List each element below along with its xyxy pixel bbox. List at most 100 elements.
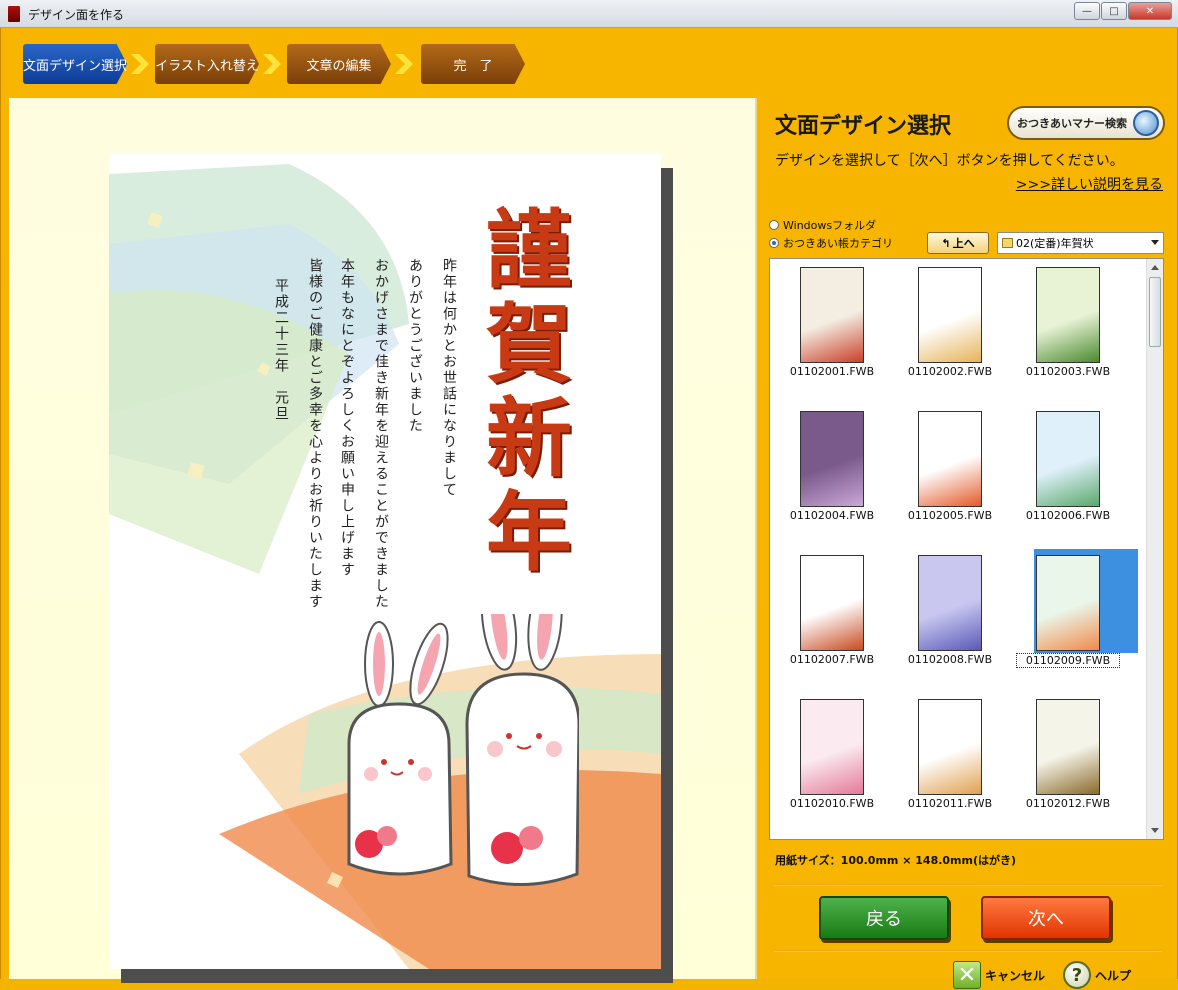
heading-kinga-shinnen: 謹 賀 新 年	[484, 204, 574, 580]
thumbnail-image	[918, 267, 982, 363]
thumbnail-image	[800, 555, 864, 651]
detail-help-link[interactable]: >>>詳しい説明を見る	[1016, 174, 1163, 194]
thumbnail-label: 01102010.FWB	[789, 797, 875, 810]
thumbnail-label: 01102005.FWB	[907, 509, 993, 522]
help-button[interactable]: ? ヘルプ	[1063, 960, 1131, 990]
design-thumbnail[interactable]: 01102001.FWB	[780, 263, 880, 403]
thumbnail-label: 01102003.FWB	[1025, 365, 1111, 378]
design-thumbnail[interactable]: 01102010.FWB	[780, 695, 880, 835]
heading-char: 年	[486, 482, 572, 583]
back-button[interactable]: 戻る	[819, 896, 949, 940]
design-thumbnail[interactable]: 01102012.FWB	[1016, 695, 1116, 835]
thumbnail-label: 01102001.FWB	[789, 365, 875, 378]
chevron-right-icon	[395, 54, 413, 74]
thumbnail-image	[918, 555, 982, 651]
window-controls: — □ ✕	[1074, 2, 1172, 20]
thumbnail-label: 01102012.FWB	[1025, 797, 1111, 810]
chevron-right-icon	[131, 54, 149, 74]
chevron-down-icon	[1151, 240, 1159, 245]
folder-icon	[1002, 238, 1013, 248]
thumbnail-image	[918, 699, 982, 795]
body-line: ありがとうございました	[407, 258, 423, 434]
cancel-button[interactable]: ✕ キャンセル	[953, 960, 1045, 990]
folder-dropdown-value: 02(定番)年賀状	[1016, 237, 1094, 250]
design-thumbnail[interactable]: 01102008.FWB	[898, 551, 998, 691]
radio-label: Windowsフォルダ	[783, 219, 877, 232]
scroll-up-icon[interactable]	[1151, 265, 1159, 270]
main-frame: 文面デザイン選択 イラスト入れ替え 文章の編集 完 了 謹 賀 新 年 昨年は何…	[0, 28, 1178, 989]
thumbnail-image	[1036, 555, 1100, 651]
folder-up-button[interactable]: ↰ 上へ	[927, 232, 989, 254]
thumbnail-scrollbar[interactable]	[1146, 259, 1163, 839]
design-thumbnail[interactable]: 01102005.FWB	[898, 407, 998, 547]
new-year-card-preview: 謹 賀 新 年 昨年は何かとお世話になりまして ありがとうございました おかげさ…	[109, 154, 661, 969]
heading-char: 謹	[486, 200, 572, 301]
design-thumbnail[interactable]: 01102002.FWB	[898, 263, 998, 403]
instructions-text: デザインを選択して［次へ］ボタンを押してください。	[775, 153, 1124, 169]
step-label: 文章の編集	[306, 58, 372, 74]
radio-otsukiai-category[interactable]: おつきあい帳カテゴリ	[769, 234, 893, 252]
scroll-down-icon[interactable]	[1151, 828, 1159, 833]
thumbnail-label: 01102007.FWB	[789, 653, 875, 666]
design-thumbnail[interactable]: 01102006.FWB	[1016, 407, 1116, 547]
manner-search-label: おつきあいマナー検索	[1017, 117, 1127, 130]
cancel-label: キャンセル	[985, 968, 1046, 983]
design-thumbnail[interactable]: 01102004.FWB	[780, 407, 880, 547]
close-button[interactable]: ✕	[1128, 2, 1172, 20]
folder-up-icon: ↰	[941, 236, 951, 250]
search-icon	[1133, 110, 1159, 136]
thumbnail-label: 01102009.FWB	[1016, 653, 1120, 668]
design-thumbnail[interactable]: 01102011.FWB	[898, 695, 998, 835]
step-text-edit[interactable]: 文章の編集	[287, 44, 391, 84]
divider	[775, 884, 1161, 886]
window-titlebar: デザイン面を作る — □ ✕	[0, 0, 1178, 28]
paper-size-text: 用紙サイズ：100.0mm × 148.0mm(はがき)	[775, 854, 1017, 867]
design-select-panel: 文面デザイン選択 おつきあいマナー検索 デザインを選択して［次へ］ボタンを押して…	[761, 98, 1169, 989]
folder-dropdown[interactable]: 02(定番)年賀状	[997, 232, 1164, 254]
radio-label: おつきあい帳カテゴリ	[783, 237, 893, 250]
radio-dot	[769, 220, 779, 230]
help-label: ヘルプ	[1095, 968, 1132, 983]
step-design-select[interactable]: 文面デザイン選択	[23, 44, 127, 84]
cancel-x-icon: ✕	[953, 961, 981, 989]
thumbnail-label: 01102002.FWB	[907, 365, 993, 378]
divider	[775, 950, 1161, 952]
body-line: 皆様のご健康とご多幸を心よりお祈りいたします	[307, 258, 323, 610]
thumbnail-label: 01102006.FWB	[1025, 509, 1111, 522]
step-label: イラスト入れ替え	[155, 58, 259, 74]
heading-char: 新	[486, 388, 572, 489]
heading-char: 賀	[486, 294, 572, 395]
thumbnail-label: 01102004.FWB	[789, 509, 875, 522]
thumbnail-label: 01102008.FWB	[907, 653, 993, 666]
design-thumbnail[interactable]: 01102007.FWB	[780, 551, 880, 691]
design-thumbnail[interactable]: 01102003.FWB	[1016, 263, 1116, 403]
rabbit-dolls-illustration	[347, 614, 579, 887]
maximize-button[interactable]: □	[1101, 2, 1127, 20]
app-icon	[8, 6, 20, 22]
step-label: 完 了	[453, 58, 493, 74]
scrollbar-thumb[interactable]	[1149, 277, 1161, 347]
design-thumbnail-list[interactable]: 01102001.FWB 01102002.FWB 01102003.FWB 0110…	[769, 258, 1164, 840]
thumbnail-image	[1036, 267, 1100, 363]
manner-search-button[interactable]: おつきあいマナー検索	[1007, 106, 1165, 140]
minimize-button[interactable]: —	[1074, 2, 1100, 20]
thumbnail-image	[800, 699, 864, 795]
chevron-right-icon	[263, 54, 281, 74]
thumbnail-image	[800, 411, 864, 507]
body-line: 本年もなにとぞよろしくお願い申し上げます	[339, 258, 355, 578]
thumbnail-image	[1036, 411, 1100, 507]
design-thumbnail[interactable]: 01102009.FWB	[1016, 549, 1138, 691]
step-complete[interactable]: 完 了	[421, 44, 525, 84]
thumbnail-label: 01102011.FWB	[907, 797, 993, 810]
thumbnail-image	[800, 267, 864, 363]
window-title: デザイン面を作る	[28, 8, 125, 22]
radio-windows-folder[interactable]: Windowsフォルダ	[769, 216, 893, 234]
help-question-icon: ?	[1063, 961, 1091, 989]
date-line: 平成二十三年 元旦	[273, 278, 289, 422]
thumbnail-image	[1036, 699, 1100, 795]
source-radio-group: Windowsフォルダ おつきあい帳カテゴリ	[769, 216, 893, 252]
next-button[interactable]: 次へ	[981, 896, 1111, 940]
step-illustration-replace[interactable]: イラスト入れ替え	[155, 44, 259, 84]
body-line: 昨年は何かとお世話になりまして	[441, 258, 457, 498]
body-line: おかげさまで佳き新年を迎えることができました	[373, 258, 389, 610]
